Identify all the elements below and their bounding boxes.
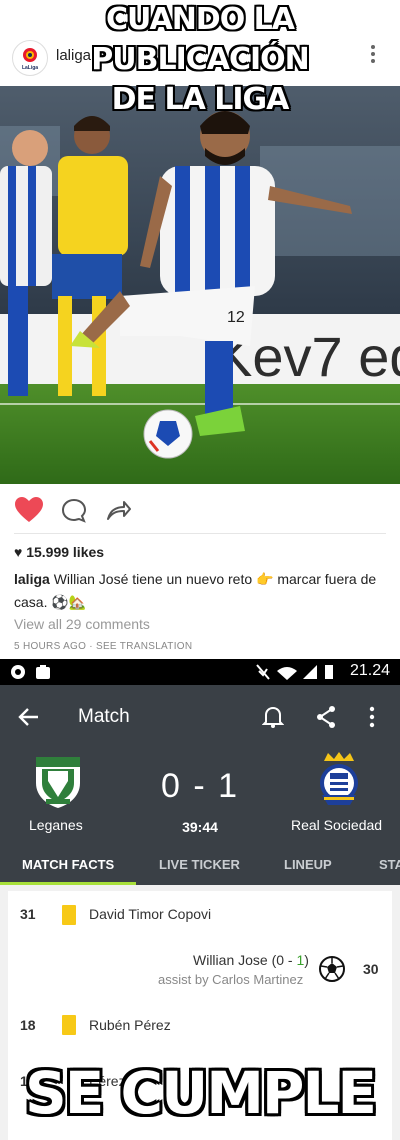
notification-icons [10, 664, 56, 685]
likes-count[interactable]: ♥ 15.999 likes [14, 544, 104, 560]
meme-top-line1: CUANDO LA PUBLICACIÓN [91, 2, 310, 77]
meme-top-caption: CUANDO LA PUBLICACIÓN DE LA LIGA [0, 0, 400, 120]
caption-text: Willian José tiene un nuevo reto 👉 marca… [14, 571, 377, 610]
meme-top-line2: DE LA LIGA [111, 82, 290, 117]
event-player[interactable]: Rubén Pérez [89, 1017, 171, 1033]
svg-text:12: 12 [227, 309, 245, 326]
heart-icon[interactable] [14, 496, 44, 529]
event-minute: 18 [20, 1017, 36, 1033]
match-header: Match Leganes 0 - 1 39:44 Real Sociedad … [0, 685, 400, 885]
away-team-name[interactable]: Real Sociedad [291, 817, 382, 833]
goal-ball-icon [318, 955, 346, 988]
share-icon[interactable] [104, 497, 132, 530]
match-tabs: MATCH FACTS LIVE TICKER LINEUP STA [0, 845, 400, 885]
divider [14, 533, 386, 534]
goal-assist: assist by Carlos Martinez [158, 972, 304, 987]
system-icons [255, 663, 335, 686]
comment-icon[interactable] [60, 497, 88, 530]
bell-icon[interactable] [261, 705, 285, 734]
view-comments-link[interactable]: View all 29 comments [14, 616, 150, 632]
back-arrow-icon[interactable] [18, 707, 40, 732]
tab-lineup[interactable]: LINEUP [284, 857, 332, 872]
tab-stats[interactable]: STA [379, 857, 400, 872]
post-caption: laliga Willian José tiene un nuevo reto … [14, 568, 386, 614]
caption-username[interactable]: laliga [14, 571, 50, 587]
post-actions [0, 494, 400, 526]
post-photo[interactable]: Kev7 ed 12 [0, 86, 400, 484]
app-title: Match [78, 706, 130, 727]
goal-scorer[interactable]: Willian Jose (0 - 1) [193, 952, 309, 968]
event-minute: 31 [20, 906, 36, 922]
share-network-icon[interactable] [315, 705, 337, 734]
status-bar: 21.24 [0, 659, 400, 685]
post-timestamp[interactable]: 5 HOURS AGO · SEE TRANSLATION [14, 641, 192, 652]
meme-bottom-caption: SE CUMPLE [24, 1059, 377, 1127]
real-sociedad-crest-icon[interactable] [314, 751, 364, 814]
tab-live-ticker[interactable]: LIVE TICKER [159, 857, 240, 872]
event-player[interactable]: David Timor Copovi [89, 906, 211, 922]
yellow-card-icon [62, 1015, 76, 1035]
overflow-menu-icon[interactable] [368, 705, 376, 734]
soccer-ball [143, 409, 193, 459]
yellow-card-icon [62, 905, 76, 925]
event-minute: 30 [363, 961, 379, 977]
status-time: 21.24 [349, 662, 390, 679]
tab-match-facts[interactable]: MATCH FACTS [22, 857, 114, 872]
